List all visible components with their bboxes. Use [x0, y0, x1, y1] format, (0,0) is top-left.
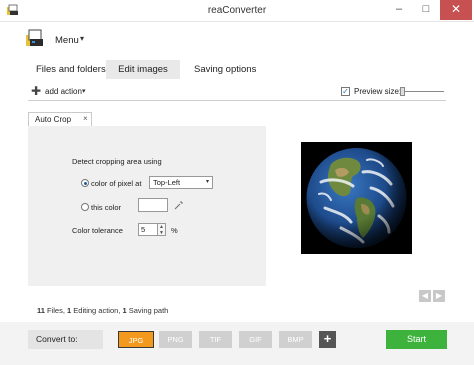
- radio-color-of-pixel-label[interactable]: color of pixel at: [91, 179, 141, 188]
- maximize-button[interactable]: □: [413, 0, 439, 20]
- saving-text: Saving path: [126, 306, 169, 315]
- close-button[interactable]: ✕: [440, 0, 472, 20]
- pixel-position-select[interactable]: Top-Left ▾: [149, 176, 213, 189]
- files-text: Files,: [44, 306, 68, 315]
- main-menu[interactable]: Menu ▾: [24, 27, 144, 53]
- close-icon[interactable]: ×: [83, 114, 88, 123]
- next-image-button[interactable]: ▶: [433, 290, 445, 302]
- chevron-down-icon: ▾: [80, 34, 85, 43]
- title-bar: reaConverter – □ ✕: [0, 0, 474, 22]
- format-bmp-button[interactable]: BMP: [279, 331, 312, 348]
- preview-image: [301, 142, 412, 254]
- earth-globe-image: [301, 142, 412, 254]
- color-swatch[interactable]: [138, 198, 168, 212]
- pixel-position-value: Top-Left: [153, 178, 181, 187]
- minimize-button[interactable]: –: [386, 0, 412, 20]
- preview-size-slider-track[interactable]: [400, 91, 444, 92]
- action-tab-auto-crop[interactable]: Auto Crop ×: [28, 112, 92, 126]
- radio-this-color[interactable]: [81, 203, 89, 211]
- radio-color-of-pixel[interactable]: [81, 179, 89, 187]
- eyedropper-icon[interactable]: [174, 200, 184, 210]
- previous-image-button[interactable]: ◀: [419, 290, 431, 302]
- color-tolerance-label: Color tolerance: [72, 226, 123, 235]
- chevron-down-icon: ▾: [205, 179, 209, 185]
- plus-icon[interactable]: ✚: [31, 85, 41, 97]
- files-count: 11: [37, 306, 45, 315]
- convert-to-label: Convert to:: [28, 330, 103, 349]
- preview-size-label: Preview size:: [354, 87, 402, 96]
- add-format-button[interactable]: +: [319, 331, 336, 348]
- action-tab-label: Auto Crop: [35, 115, 72, 124]
- menu-label[interactable]: Menu: [55, 35, 79, 46]
- app-logo-icon: [26, 29, 43, 46]
- color-tolerance-unit: %: [171, 226, 178, 235]
- format-gif-button[interactable]: GIF: [239, 331, 272, 348]
- preview-size-checkbox[interactable]: ✓: [341, 87, 350, 96]
- format-png-button[interactable]: PNG: [159, 331, 192, 348]
- format-tif-button[interactable]: TIF: [199, 331, 232, 348]
- edit-toolbar: ✚ add action ▾ ✓ Preview size:: [28, 84, 446, 101]
- add-action-button[interactable]: add action: [45, 87, 82, 96]
- tab-files-and-folders[interactable]: Files and folders: [28, 60, 114, 79]
- tab-edit-images[interactable]: Edit images: [106, 60, 180, 79]
- start-button[interactable]: Start: [386, 330, 447, 349]
- color-tolerance-input[interactable]: 5: [138, 223, 158, 236]
- format-jpg-button[interactable]: JPG: [118, 331, 154, 348]
- detect-cropping-label: Detect cropping area using: [72, 157, 162, 166]
- preview-size-slider-handle[interactable]: [400, 87, 405, 96]
- conversion-summary: 11 Files, 1 Editing action, 1 Saving pat…: [37, 306, 168, 315]
- auto-crop-panel: Detect cropping area using color of pixe…: [28, 126, 266, 286]
- radio-this-color-label[interactable]: this color: [91, 203, 121, 212]
- chevron-down-icon: ▾: [82, 88, 86, 95]
- editing-text: Editing action,: [71, 306, 123, 315]
- color-tolerance-stepper[interactable]: ▲ ▼: [158, 223, 166, 236]
- tab-saving-options[interactable]: Saving options: [186, 60, 264, 79]
- stepper-down-icon[interactable]: ▼: [158, 230, 165, 236]
